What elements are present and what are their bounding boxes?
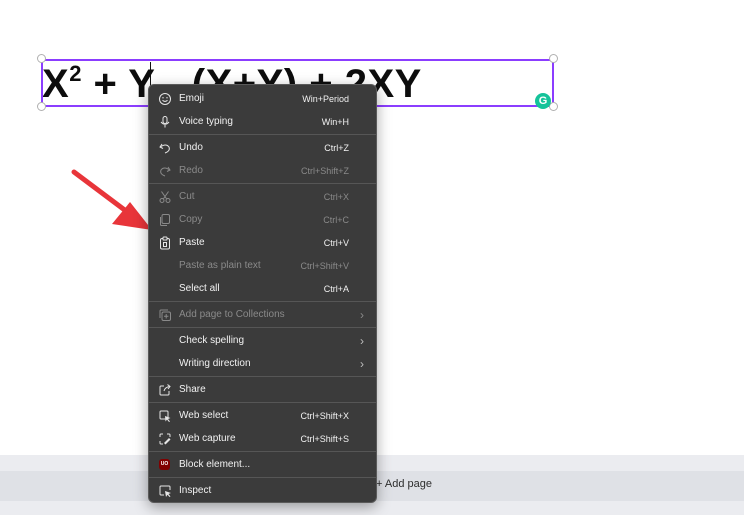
copy-icon — [160, 214, 170, 226]
menu-item-label: Cut — [179, 191, 195, 202]
menu-item-label: Share — [179, 384, 206, 395]
menu-item-shortcut: Ctrl+Shift+X — [300, 411, 349, 421]
menu-item-voice-typing[interactable]: Voice typing Win+H — [149, 111, 376, 133]
share-icon — [159, 384, 171, 396]
menu-divider — [149, 183, 376, 184]
menu-item-label: Voice typing — [179, 116, 233, 127]
menu-item-label: Select all — [179, 283, 220, 294]
menu-divider — [149, 402, 376, 403]
menu-item-undo[interactable]: Undo Ctrl+Z — [149, 137, 376, 159]
resize-handle-top-right[interactable] — [549, 54, 558, 63]
menu-item-block-element[interactable]: UO Block element... — [149, 454, 376, 476]
web-select-icon — [159, 410, 171, 422]
redo-icon — [160, 166, 171, 177]
menu-item-copy[interactable]: Copy Ctrl+C — [149, 209, 376, 231]
menu-item-label: Web select — [179, 410, 229, 421]
menu-item-label: Add page to Collections — [179, 309, 285, 320]
menu-divider — [149, 134, 376, 135]
menu-item-inspect[interactable]: Inspect — [149, 480, 376, 502]
menu-item-web-capture[interactable]: Web capture Ctrl+Shift+S — [149, 428, 376, 450]
emoji-icon — [159, 93, 171, 105]
menu-item-web-select[interactable]: Web select Ctrl+Shift+X — [149, 405, 376, 427]
menu-item-label: Undo — [179, 142, 203, 153]
menu-item-share[interactable]: Share — [149, 379, 376, 401]
menu-divider — [149, 451, 376, 452]
menu-item-redo[interactable]: Redo Ctrl+Shift+Z — [149, 160, 376, 182]
menu-item-paste-plain-text[interactable]: Paste as plain text Ctrl+Shift+V — [149, 255, 376, 277]
resize-handle-top-left[interactable] — [37, 54, 46, 63]
menu-item-paste[interactable]: Paste Ctrl+V — [149, 232, 376, 254]
resize-handle-bottom-left[interactable] — [37, 102, 46, 111]
menu-divider — [149, 327, 376, 328]
menu-item-shortcut: Win+H — [321, 117, 349, 127]
menu-item-label: Paste — [179, 237, 205, 248]
menu-divider — [149, 477, 376, 478]
menu-item-emoji[interactable]: Emoji Win+Period — [149, 88, 376, 110]
chevron-right-icon: › — [360, 357, 364, 371]
web-capture-icon — [159, 433, 171, 445]
red-arrow-annotation — [71, 169, 152, 230]
chevron-right-icon: › — [360, 308, 364, 322]
menu-item-label: Copy — [179, 214, 203, 225]
grammarly-icon[interactable]: G — [535, 93, 551, 109]
menu-divider — [149, 376, 376, 377]
menu-item-label: Redo — [179, 165, 203, 176]
menu-item-shortcut: Ctrl+A — [323, 284, 349, 294]
add-page-button[interactable]: + Add page — [376, 478, 432, 490]
menu-item-cut[interactable]: Cut Ctrl+X — [149, 186, 376, 208]
menu-divider — [149, 301, 376, 302]
menu-item-label: Web capture — [179, 433, 236, 444]
menu-item-shortcut: Ctrl+X — [323, 192, 349, 202]
menu-item-shortcut: Ctrl+V — [323, 238, 349, 248]
context-menu: Emoji Win+Period Voice typing Win+H Undo… — [148, 84, 377, 503]
menu-item-select-all[interactable]: Select all Ctrl+A — [149, 278, 376, 300]
menu-item-shortcut: Ctrl+Shift+V — [300, 261, 349, 271]
menu-item-label: Inspect — [179, 485, 212, 496]
menu-item-shortcut: Ctrl+Shift+Z — [300, 166, 349, 176]
menu-item-writing-direction[interactable]: Writing direction › — [149, 353, 376, 375]
inspect-icon — [159, 485, 171, 497]
menu-item-shortcut: Ctrl+C — [323, 215, 349, 225]
scissors-icon — [159, 191, 171, 203]
menu-item-label: Writing direction — [179, 358, 251, 369]
menu-item-shortcut: Ctrl+Z — [324, 143, 349, 153]
collections-icon — [159, 309, 171, 321]
menu-item-shortcut: Win+Period — [302, 94, 349, 104]
ublock-badge: UO — [159, 459, 170, 470]
menu-item-check-spelling[interactable]: Check spelling › — [149, 330, 376, 352]
menu-item-shortcut: Ctrl+Shift+S — [300, 434, 349, 444]
menu-item-label: Check spelling — [179, 335, 245, 346]
menu-item-label: Paste as plain text — [179, 260, 261, 271]
microphone-icon — [160, 116, 170, 128]
ublock-origin-icon: UO — [158, 458, 172, 472]
chevron-right-icon: › — [360, 334, 364, 348]
menu-item-label: Block element... — [179, 459, 251, 470]
menu-item-add-to-collections[interactable]: Add page to Collections › — [149, 304, 376, 326]
undo-icon — [159, 143, 170, 154]
menu-item-label: Emoji — [179, 93, 205, 104]
clipboard-icon — [160, 236, 170, 250]
